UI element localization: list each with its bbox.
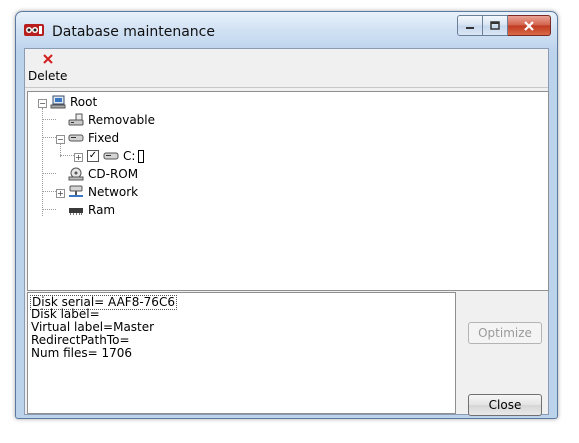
maximize-icon xyxy=(490,21,500,30)
tree-connector xyxy=(42,191,56,192)
close-button[interactable]: Close xyxy=(468,394,542,416)
delete-button[interactable]: Delete xyxy=(27,51,71,85)
tree-node-label: Fixed xyxy=(88,131,120,145)
fixed-collapse-toggle[interactable]: − xyxy=(56,135,65,144)
hard-drive-icon xyxy=(103,152,119,160)
text-cursor xyxy=(138,149,145,163)
close-window-button[interactable] xyxy=(508,15,551,36)
title-bar[interactable]: Database maintenance xyxy=(16,12,557,44)
disk-info-panel[interactable]: Disk serial= AAF8-76C6 Disk label= Virtu… xyxy=(27,292,456,414)
root-collapse-toggle[interactable]: − xyxy=(38,99,47,108)
tree-node-removable[interactable]: Removable xyxy=(68,112,157,128)
network-drive-icon xyxy=(69,185,83,197)
client-area: Delete − Root Removable − Fixed + ✓ C: C… xyxy=(24,48,549,416)
removable-drive-icon xyxy=(68,113,84,126)
app-logo-icon xyxy=(24,24,44,36)
minimize-button[interactable] xyxy=(457,15,483,36)
tree-node-label: Root xyxy=(70,95,98,109)
database-maintenance-window: Database maintenance Delete − Root Remov… xyxy=(15,11,558,419)
tree-connector xyxy=(42,173,56,174)
tree-node-cdrom[interactable]: CD-ROM xyxy=(68,166,140,182)
tree-connector xyxy=(42,119,56,120)
delete-x-icon xyxy=(43,54,53,64)
tree-node-network[interactable]: Network xyxy=(68,184,140,200)
delete-label: Delete xyxy=(28,69,68,83)
ram-chip-icon xyxy=(69,208,83,215)
tree-connector xyxy=(60,155,74,156)
tree-connector xyxy=(42,209,56,210)
maximize-button[interactable] xyxy=(483,15,508,36)
tree-node-label: Ram xyxy=(88,203,116,217)
hard-drive-icon xyxy=(68,134,84,142)
minimize-icon xyxy=(466,26,474,29)
network-expand-toggle[interactable]: + xyxy=(56,189,65,198)
cdrom-drive-icon xyxy=(68,167,84,181)
tree-node-fixed[interactable]: Fixed xyxy=(68,130,121,146)
caption-buttons xyxy=(457,15,551,36)
c-drive-expand-toggle[interactable]: + xyxy=(74,153,83,162)
tree-connector xyxy=(42,137,56,138)
tree-node-ram[interactable]: Ram xyxy=(68,202,117,218)
toolbar: Delete xyxy=(25,49,548,88)
tree-connector xyxy=(42,108,43,216)
optimize-button[interactable]: Optimize xyxy=(468,322,542,344)
tree-node-label: Network xyxy=(88,185,139,199)
tree-node-c-drive[interactable]: ✓ C: xyxy=(87,148,145,164)
c-drive-checkbox[interactable]: ✓ xyxy=(87,150,99,162)
tree-node-root[interactable]: Root xyxy=(50,94,99,110)
drive-tree[interactable]: − Root Removable − Fixed + ✓ C: CD-ROM +… xyxy=(27,91,549,291)
computer-icon xyxy=(50,95,66,109)
close-icon xyxy=(524,20,534,31)
tree-node-label: CD-ROM xyxy=(88,167,139,181)
window-title: Database maintenance xyxy=(52,24,215,40)
tree-node-label: Removable xyxy=(88,113,156,127)
tree-node-label: C: xyxy=(123,149,136,163)
info-line: Num files= 1706 xyxy=(31,346,133,360)
